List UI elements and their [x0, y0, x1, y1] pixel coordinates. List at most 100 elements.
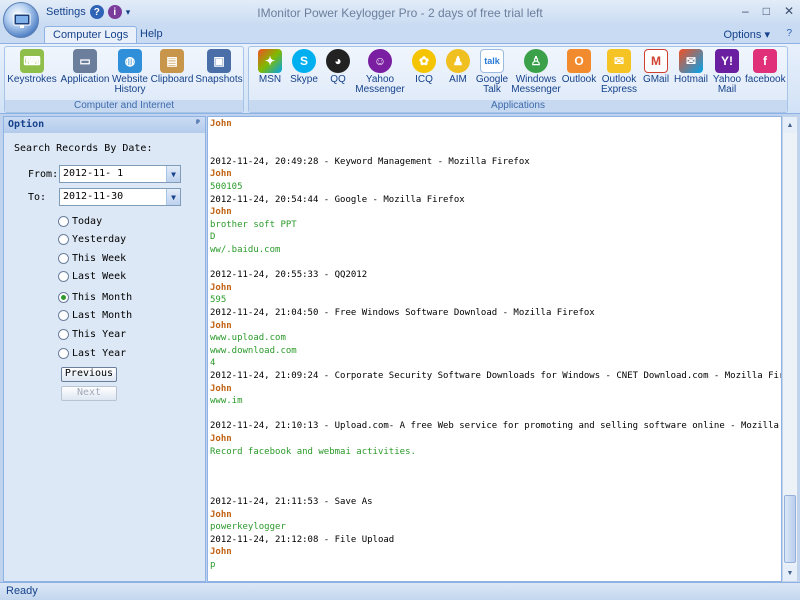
- facebook-icon: f: [753, 49, 777, 73]
- skype-button[interactable]: S Skype: [287, 49, 321, 85]
- yahoo-mail-button[interactable]: Y! Yahoo Mail: [709, 49, 745, 95]
- maximize-button[interactable]: □: [763, 4, 770, 18]
- scroll-thumb[interactable]: [784, 495, 796, 563]
- group-computer-and-internet: ⌨ Keystrokes ▭ Application ◍ Website His…: [4, 46, 244, 113]
- outlook-icon: O: [567, 49, 591, 73]
- windows-messenger-icon: ♙: [524, 49, 548, 73]
- radio-label: Today: [72, 216, 103, 227]
- previous-button[interactable]: Previous: [61, 367, 117, 382]
- msn-button[interactable]: ✦ MSN: [253, 49, 287, 85]
- application-button[interactable]: ▭ Application: [59, 49, 111, 85]
- radio-this-month[interactable]: This Month: [58, 292, 132, 303]
- app-menu-button[interactable]: [3, 2, 39, 38]
- vertical-scrollbar[interactable]: ▲ ▼: [782, 116, 798, 582]
- aim-button[interactable]: ♟ AIM: [441, 49, 475, 85]
- snapshots-button[interactable]: ▣ Snapshots: [195, 49, 243, 85]
- chevron-down-icon[interactable]: ▼: [166, 166, 180, 182]
- tab-help[interactable]: Help: [132, 26, 171, 43]
- radio-label: This Year: [72, 329, 127, 340]
- scroll-down-icon[interactable]: ▼: [783, 565, 797, 581]
- outlook-button[interactable]: O Outlook: [561, 49, 597, 85]
- yahoo-messenger-button[interactable]: ☺ Yahoo Messenger: [355, 49, 405, 95]
- website-history-label: Website History: [112, 74, 148, 95]
- gmail-button[interactable]: M GMail: [639, 49, 673, 85]
- radio-label: Last Year: [72, 348, 127, 359]
- radio-last-year[interactable]: Last Year: [58, 348, 126, 359]
- outlook-express-button[interactable]: ✉ Outlook Express: [599, 49, 639, 95]
- to-date-combo[interactable]: 2012-11-30 ▼: [59, 188, 181, 206]
- radio-circle-checked[interactable]: [58, 292, 69, 303]
- radio-circle[interactable]: [58, 329, 69, 340]
- icq-button[interactable]: ✿ ICQ: [407, 49, 441, 85]
- clipboard-button[interactable]: ▤ Clipboard: [149, 49, 195, 85]
- facebook-button[interactable]: f facebook: [745, 49, 786, 85]
- outlook-express-label: Outlook Express: [600, 74, 638, 95]
- scroll-up-icon[interactable]: ▲: [783, 117, 797, 133]
- log-entry-data: 4: [210, 358, 216, 369]
- search-records-label: Search Records By Date:: [14, 143, 153, 154]
- clipboard-icon: ▤: [160, 49, 184, 73]
- log-entry-data: D: [210, 232, 216, 243]
- radio-circle[interactable]: [58, 310, 69, 321]
- log-view[interactable]: John 2012-11-24, 20:49:28 - Keyword Manag…: [207, 116, 782, 582]
- tab-computer-logs[interactable]: Computer Logs: [44, 26, 138, 43]
- to-date-value: 2012-11-30: [63, 191, 124, 202]
- pin-icon[interactable]: ᵖ: [195, 118, 201, 129]
- monitor-logo-icon: [13, 13, 31, 28]
- radio-today[interactable]: Today: [58, 216, 102, 227]
- keystrokes-label: Keystrokes: [7, 74, 57, 85]
- options-menu[interactable]: Options ▾: [724, 28, 771, 41]
- minimize-button[interactable]: –: [742, 4, 749, 18]
- radio-this-year[interactable]: This Year: [58, 329, 126, 340]
- log-entry-data: brother soft PPT: [210, 219, 297, 230]
- google-talk-label: Google Talk: [475, 74, 509, 95]
- google-talk-button[interactable]: talk Google Talk: [475, 49, 509, 95]
- log-entry-data: p: [210, 560, 216, 570]
- from-date-combo[interactable]: 2012-11- 1 ▼: [59, 165, 181, 183]
- log-entry-header: 2012-11-24, 20:49:28 - Keyword Managemen…: [210, 156, 530, 167]
- skype-label: Skype: [290, 74, 318, 85]
- radio-this-week[interactable]: This Week: [58, 253, 126, 264]
- radio-circle[interactable]: [58, 216, 69, 227]
- log-entry-user: John: [210, 320, 232, 331]
- hotmail-button[interactable]: ✉ Hotmail: [673, 49, 709, 85]
- radio-label: This Month: [72, 292, 133, 303]
- radio-label: Yesterday: [72, 234, 127, 245]
- log-entry-data: www.upload.com: [210, 333, 286, 344]
- log-entry-user: John: [210, 119, 232, 129]
- radio-circle[interactable]: [58, 348, 69, 359]
- radio-label: Last Month: [72, 310, 133, 321]
- radio-circle[interactable]: [58, 271, 69, 282]
- window-icon: ▭: [73, 49, 97, 73]
- log-entry-header: 2012-11-24, 20:54:44 - Google - Mozilla …: [210, 194, 465, 205]
- aim-icon: ♟: [446, 49, 470, 73]
- option-panel-header: Option ᵖ: [4, 117, 205, 133]
- radio-last-month[interactable]: Last Month: [58, 310, 132, 321]
- next-button[interactable]: Next: [61, 386, 117, 401]
- group-applications: ✦ MSN S Skype ◕ QQ ☺ Yahoo Messenger ✿ I…: [248, 46, 788, 113]
- qq-icon: ◕: [326, 49, 350, 73]
- from-label: From:: [28, 169, 59, 180]
- yahoo-messenger-label: Yahoo Messenger: [355, 74, 405, 95]
- radio-yesterday[interactable]: Yesterday: [58, 234, 126, 245]
- keystrokes-button[interactable]: ⌨ Keystrokes: [7, 49, 57, 85]
- close-button[interactable]: ✕: [784, 4, 794, 18]
- chevron-down-icon[interactable]: ▼: [166, 189, 180, 205]
- clipboard-label: Clipboard: [150, 74, 194, 85]
- gmail-label: GMail: [642, 74, 670, 85]
- log-entry-user: John: [210, 547, 232, 558]
- log-entry-data: 500105: [210, 182, 243, 192]
- icq-label: ICQ: [415, 74, 433, 85]
- qq-button[interactable]: ◕ QQ: [321, 49, 355, 85]
- radio-circle[interactable]: [58, 234, 69, 245]
- help-circle-icon[interactable]: ?: [786, 28, 792, 39]
- windows-messenger-button[interactable]: ♙ Windows Messenger: [511, 49, 561, 95]
- hotmail-label: Hotmail: [674, 74, 708, 85]
- radio-circle[interactable]: [58, 253, 69, 264]
- log-entry-data: ww/.baidu.com: [210, 245, 281, 255]
- ribbon-tabs: Computer Logs Help: [0, 26, 800, 43]
- log-entry-data: www.download.com: [210, 345, 297, 356]
- radio-last-week[interactable]: Last Week: [58, 271, 126, 282]
- aim-label: AIM: [449, 74, 467, 85]
- website-history-button[interactable]: ◍ Website History: [111, 49, 149, 95]
